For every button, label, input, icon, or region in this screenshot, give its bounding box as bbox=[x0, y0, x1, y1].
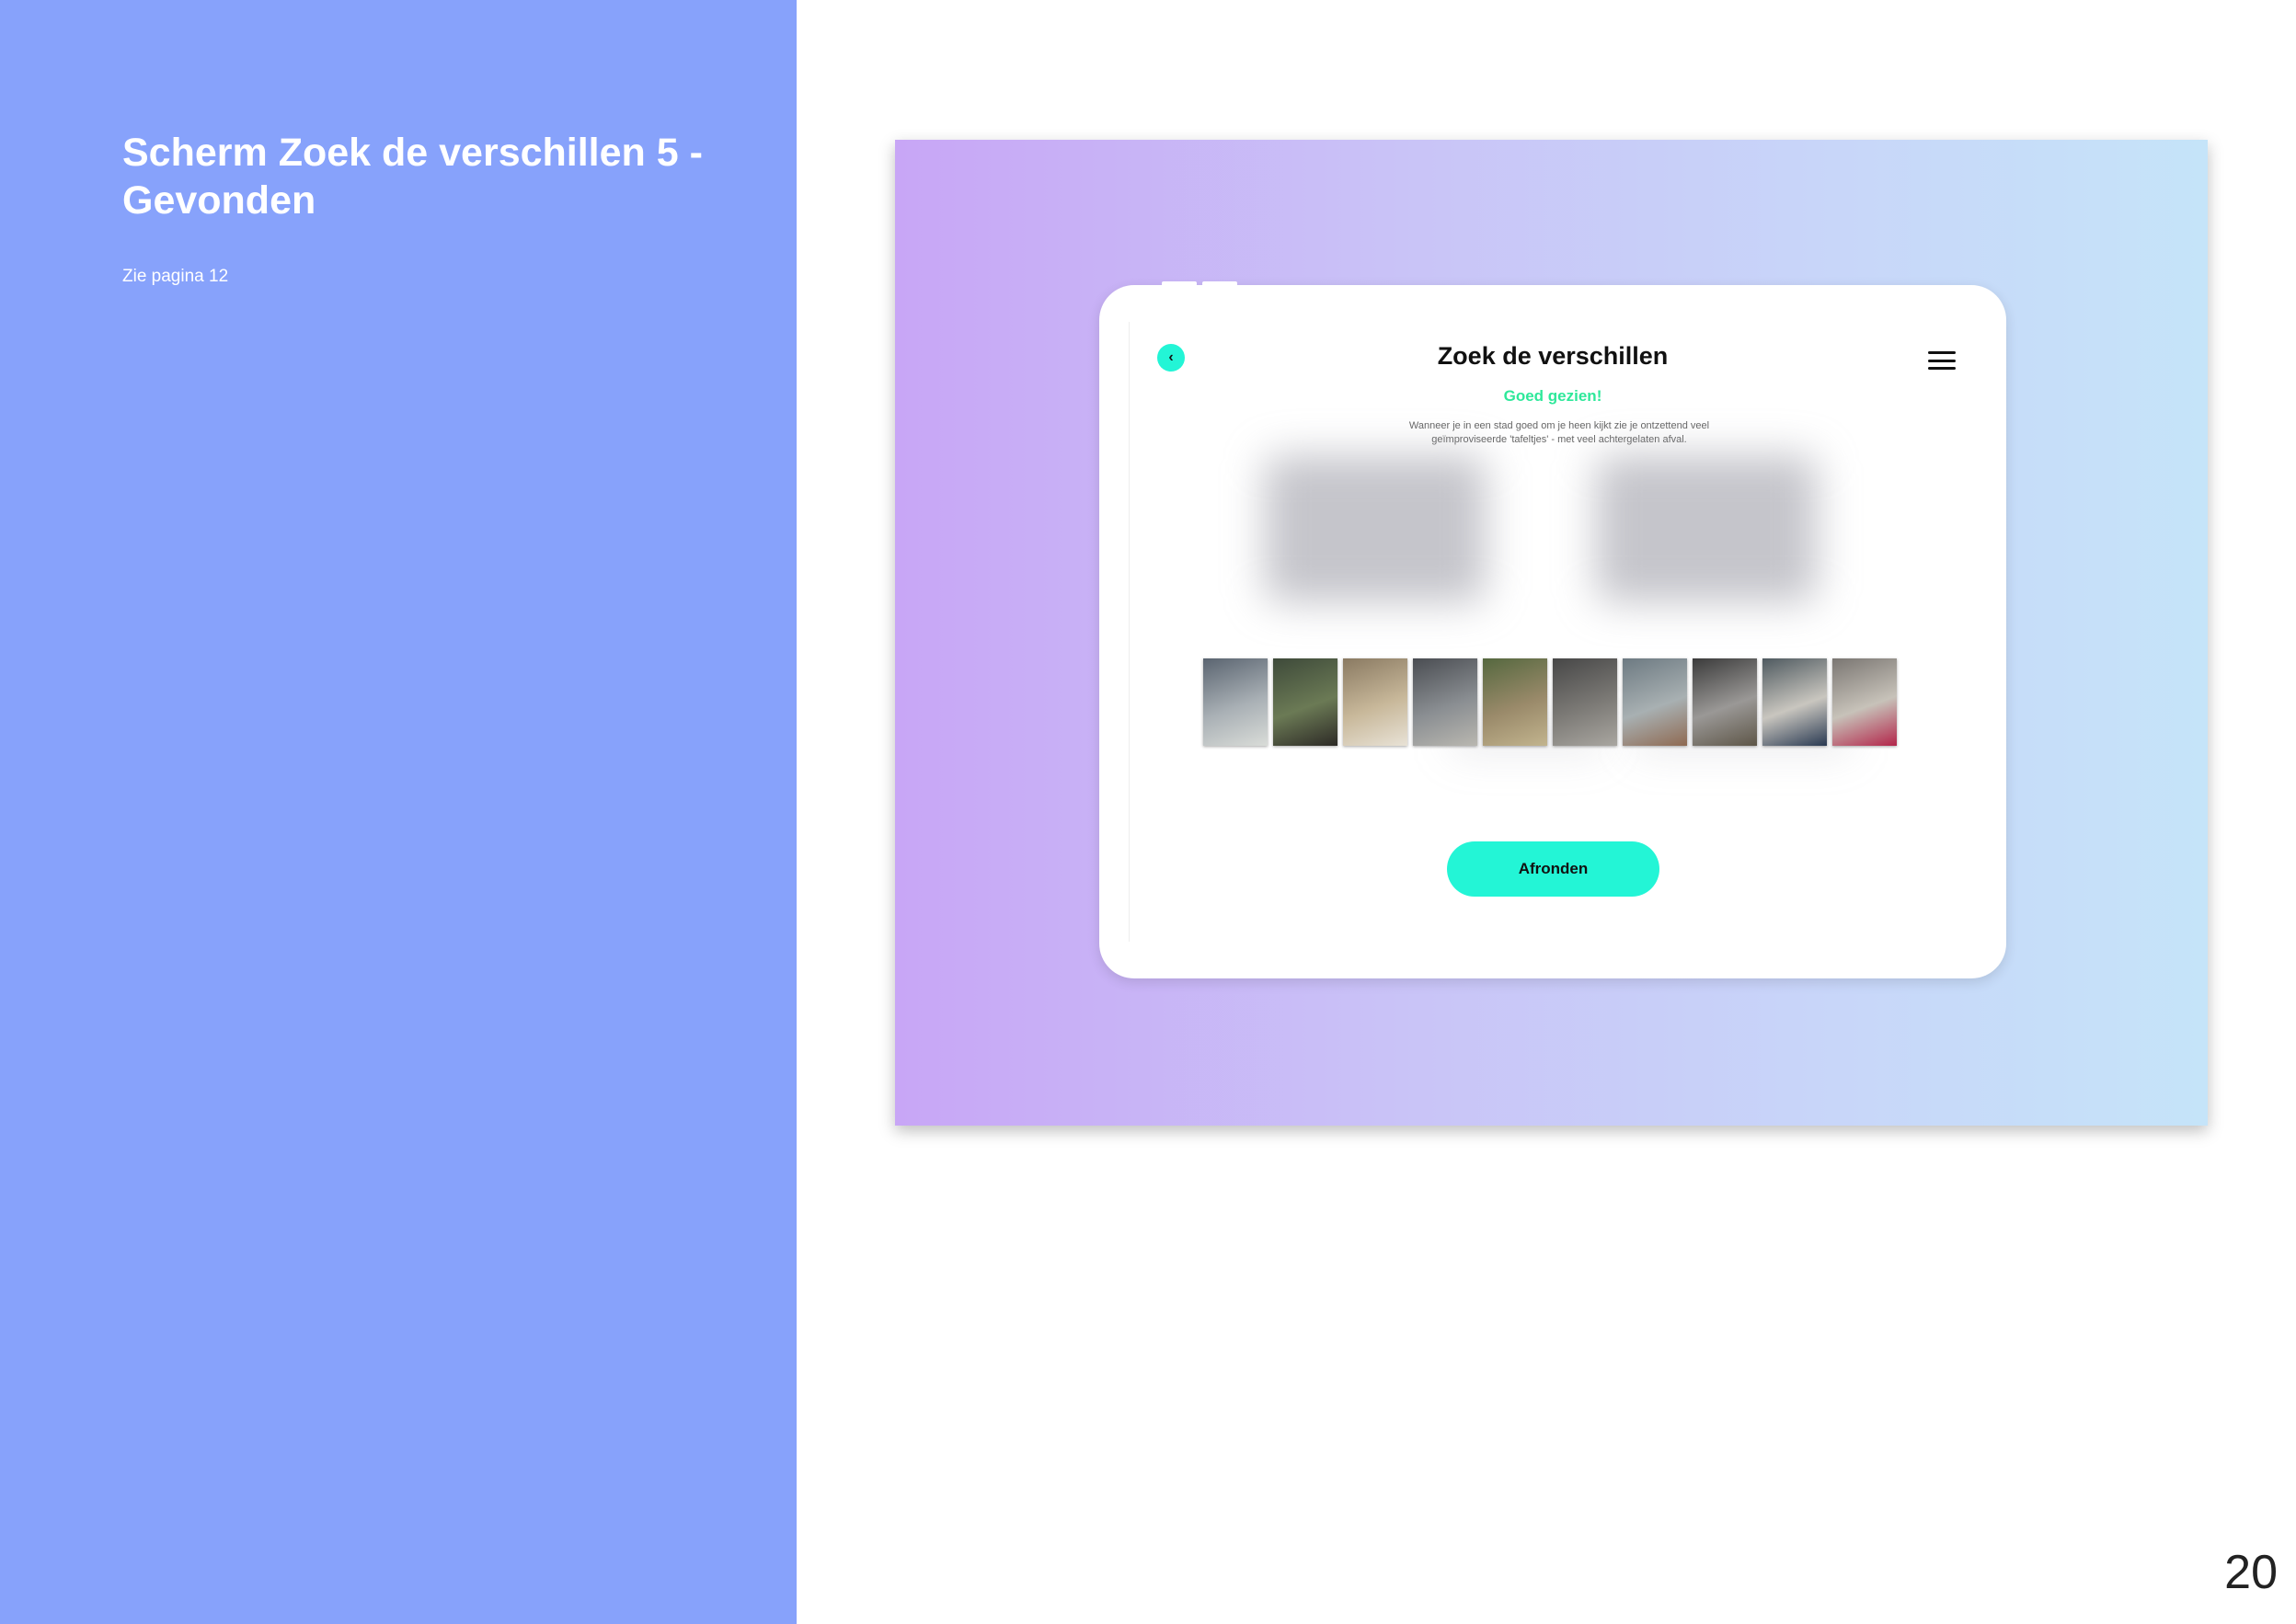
description-line-2: geïmproviseerde 'tafeltjes' - met veel a… bbox=[1431, 434, 1687, 445]
page-title: Zoek de verschillen bbox=[1437, 342, 1669, 370]
street-photo-1[interactable] bbox=[1203, 658, 1268, 746]
slide-title-line-2: Gevonden bbox=[122, 178, 316, 223]
street-photo-2[interactable] bbox=[1273, 658, 1337, 746]
slide-title: Scherm Zoek de verschillen 5 - Gevonden bbox=[122, 129, 766, 224]
tablet-tab bbox=[1202, 281, 1237, 286]
tablet-edge bbox=[1129, 322, 1130, 942]
blurred-image-right bbox=[1596, 455, 1817, 602]
street-photo-9[interactable] bbox=[1762, 658, 1827, 746]
slide-subtitle: Zie pagina 12 bbox=[122, 267, 229, 286]
afronden-button[interactable]: Afronden bbox=[1447, 841, 1659, 897]
street-photo-10[interactable] bbox=[1832, 658, 1897, 746]
street-photo-4[interactable] bbox=[1413, 658, 1477, 746]
blurred-image-left bbox=[1265, 455, 1486, 602]
tablet-screen: ‹ Zoek de verschillen Goed gezien! Wanne… bbox=[1099, 281, 2006, 978]
hamburger-menu-icon[interactable] bbox=[1928, 351, 1956, 370]
thumbnail-strip bbox=[1203, 658, 1897, 746]
slide-title-line-1: Scherm Zoek de verschillen 5 - bbox=[122, 131, 703, 175]
left-panel: Scherm Zoek de verschillen 5 - Gevonden … bbox=[0, 0, 797, 1624]
street-photo-8[interactable] bbox=[1693, 658, 1757, 746]
street-photo-7[interactable] bbox=[1623, 658, 1687, 746]
mockup-frame: ‹ Zoek de verschillen Goed gezien! Wanne… bbox=[895, 140, 2208, 1126]
description: Wanneer je in een stad goed om je heen k… bbox=[1375, 419, 1743, 447]
street-photo-3[interactable] bbox=[1343, 658, 1407, 746]
street-photo-6[interactable] bbox=[1553, 658, 1617, 746]
description-line-1: Wanneer je in een stad goed om je heen k… bbox=[1408, 420, 1710, 431]
page-number: 20 bbox=[2224, 1546, 2278, 1599]
street-photo-5[interactable] bbox=[1483, 658, 1547, 746]
tablet-tab bbox=[1162, 281, 1197, 286]
status-message: Goed gezien! bbox=[1503, 387, 1602, 405]
